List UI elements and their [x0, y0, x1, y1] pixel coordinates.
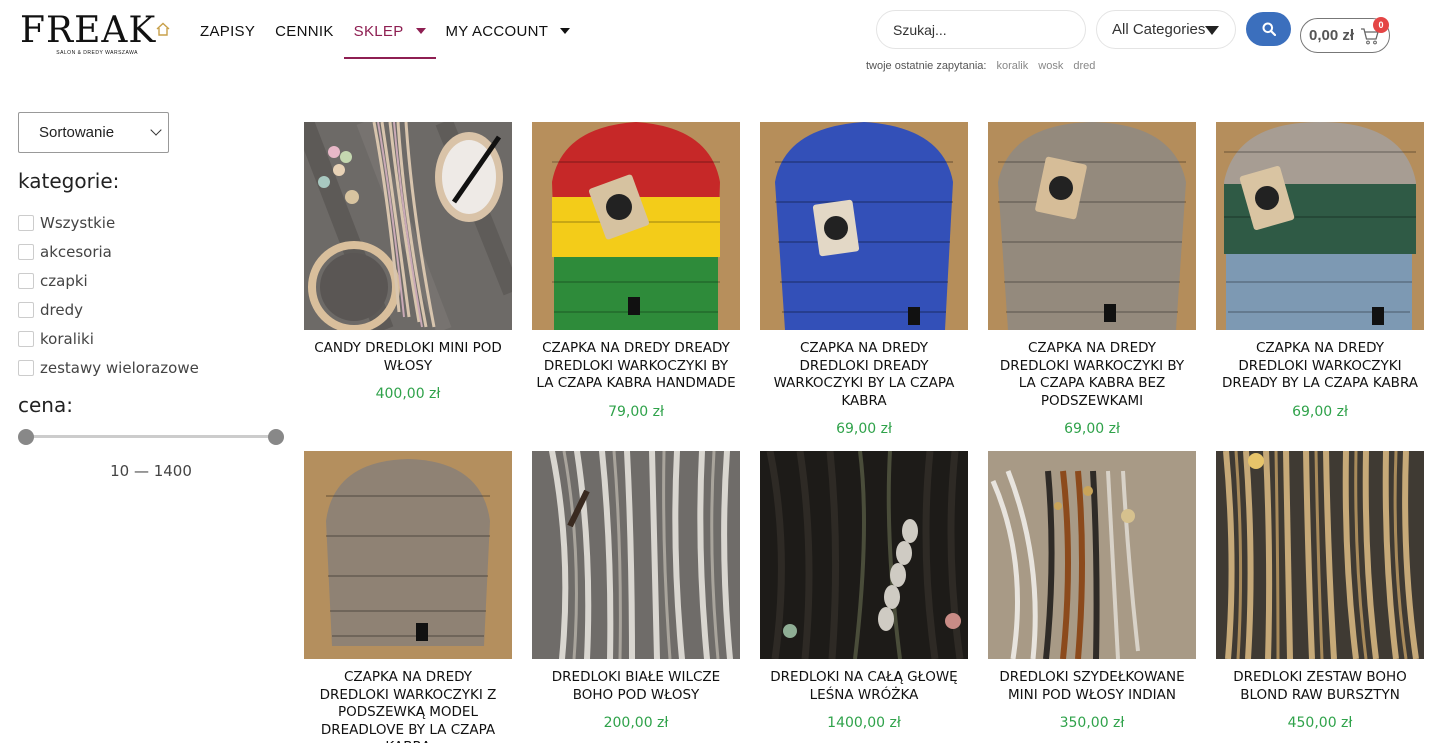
product-image[interactable] — [760, 451, 968, 659]
chevron-down-icon — [1205, 26, 1219, 35]
category-label: czapki — [40, 271, 88, 290]
price-slider-min-handle[interactable] — [18, 429, 34, 445]
category-label: dredy — [40, 300, 83, 319]
search-input[interactable] — [876, 10, 1086, 49]
checkbox[interactable] — [18, 359, 34, 376]
product-card[interactable]: DREDLOKI NA CAŁĄ GŁOWĘ LEŚNA WRÓŻKA 1400… — [760, 451, 968, 743]
sort-select-value: Sortowanie — [39, 124, 115, 141]
product-price: 200,00 zł — [603, 715, 669, 731]
product-image[interactable] — [532, 122, 740, 330]
checkbox[interactable] — [18, 272, 34, 289]
product-title[interactable]: CZAPKA NA DREDY DREDLOKI DREADY WARKOCZY… — [760, 340, 968, 410]
product-image[interactable] — [988, 451, 1196, 659]
category-select[interactable]: All Categories — [1096, 10, 1236, 49]
nav-item-cennik[interactable]: CENNIK — [265, 0, 343, 62]
sort-select[interactable]: Sortowanie — [18, 112, 169, 153]
nav-label: MY ACCOUNT — [445, 22, 549, 40]
product-card[interactable]: DREDLOKI SZYDEŁKOWANE MINI POD WŁOSY IND… — [988, 451, 1196, 743]
category-label: koraliki — [40, 329, 94, 348]
category-label: Wszystkie — [40, 213, 116, 232]
category-filter-item[interactable]: koraliki — [18, 324, 199, 353]
category-filter-item[interactable]: zestawy wielorazowe — [18, 353, 199, 382]
nav-item-my-account[interactable]: MY ACCOUNT — [436, 0, 581, 62]
nav-item-zapisy[interactable]: ZAPISY — [190, 0, 265, 62]
product-image[interactable] — [760, 122, 968, 330]
product-title[interactable]: CZAPKA NA DREDY DREDLOKI WARKOCZYKI DREA… — [1216, 340, 1424, 393]
product-title[interactable]: CZAPKA NA DREDY DREDLOKI WARKOCZYKI BY L… — [988, 340, 1196, 410]
product-card[interactable]: CZAPKA NA DREDY DREDLOKI WARKOCZYKI BY L… — [988, 122, 1196, 451]
product-title[interactable]: DREDLOKI ZESTAW BOHO BLOND RAW BURSZTYN — [1216, 669, 1424, 704]
recent-searches-label: twoje ostatnie zapytania: — [866, 60, 987, 72]
product-card[interactable]: CZAPKA NA DREDY DREDLOKI WARKOCZYKI DREA… — [1216, 122, 1424, 451]
category-filter-item[interactable]: dredy — [18, 295, 199, 324]
checkbox[interactable] — [18, 330, 34, 347]
chevron-down-icon — [560, 28, 571, 34]
product-card[interactable]: CANDY DREDLOKI MINI POD WŁOSY 400,00 zł — [304, 122, 512, 451]
chevron-down-icon — [150, 124, 162, 136]
checkbox[interactable] — [18, 243, 34, 260]
product-card[interactable]: DREDLOKI ZESTAW BOHO BLOND RAW BURSZTYN … — [1216, 451, 1424, 743]
category-select-value: All Categories — [1112, 21, 1206, 38]
product-image[interactable] — [304, 451, 512, 659]
cart-total: 0,00 zł — [1309, 27, 1355, 44]
price-heading: cena: — [18, 393, 73, 417]
product-title[interactable]: CANDY DREDLOKI MINI POD WŁOSY — [304, 340, 512, 375]
product-image[interactable] — [304, 122, 512, 330]
price-slider-track[interactable] — [26, 435, 276, 438]
category-filter-item[interactable]: czapki — [18, 266, 199, 295]
product-image[interactable] — [988, 122, 1196, 330]
product-title[interactable]: CZAPKA NA DREDY DREDLOKI WARKOCZYKI Z PO… — [304, 669, 512, 743]
product-price: 69,00 zł — [1064, 421, 1120, 437]
nav-label: SKLEP — [353, 22, 404, 40]
recent-search-term[interactable]: koralik — [996, 60, 1028, 72]
nav-item-sklep[interactable]: SKLEP — [343, 0, 436, 62]
cart-button[interactable]: 0,00 zł 0 — [1300, 17, 1390, 53]
recent-searches: twoje ostatnie zapytania: koralik wosk d… — [866, 60, 1095, 72]
product-price: 69,00 zł — [1292, 403, 1348, 420]
logo-text: FREAK — [20, 10, 157, 51]
search-button[interactable] — [1246, 12, 1291, 46]
recent-search-term[interactable]: dred — [1073, 60, 1095, 72]
chevron-down-icon — [415, 28, 426, 34]
product-price: 69,00 zł — [836, 421, 892, 437]
product-card[interactable]: CZAPKA NA DREDY DREADY DREDLOKI WARKOCZY… — [532, 122, 740, 451]
site-logo[interactable]: FREAK SALON & DREDY WARSZAWA — [20, 10, 157, 58]
product-title[interactable]: DREDLOKI NA CAŁĄ GŁOWĘ LEŚNA WRÓŻKA — [760, 669, 968, 704]
checkbox[interactable] — [18, 301, 34, 318]
product-image[interactable] — [532, 451, 740, 659]
recent-search-term[interactable]: wosk — [1038, 60, 1063, 72]
product-price: 450,00 zł — [1287, 715, 1353, 731]
category-label: akcesoria — [40, 242, 112, 261]
main-nav: ZAPISY CENNIK SKLEP MY ACCOUNT — [150, 0, 580, 62]
home-icon[interactable] — [150, 22, 176, 40]
category-filter-list: Wszystkie akcesoria czapki dredy koralik… — [18, 208, 199, 382]
price-range-text: 10 — 1400 — [110, 462, 192, 480]
product-grid: CANDY DREDLOKI MINI POD WŁOSY 400,00 zł … — [304, 122, 1424, 743]
product-title[interactable]: CZAPKA NA DREDY DREADY DREDLOKI WARKOCZY… — [532, 340, 740, 393]
nav-label: CENNIK — [275, 22, 334, 40]
product-price: 1400,00 zł — [827, 715, 901, 731]
product-card[interactable]: DREDLOKI BIAŁE WILCZE BOHO POD WŁOSY 200… — [532, 451, 740, 743]
product-card[interactable]: CZAPKA NA DREDY DREDLOKI DREADY WARKOCZY… — [760, 122, 968, 451]
category-label: zestawy wielorazowe — [40, 358, 199, 377]
product-card[interactable]: CZAPKA NA DREDY DREDLOKI WARKOCZYKI Z PO… — [304, 451, 512, 743]
product-title[interactable]: DREDLOKI BIAŁE WILCZE BOHO POD WŁOSY — [532, 669, 740, 704]
cart-count-badge: 0 — [1373, 17, 1389, 33]
categories-heading: kategorie: — [18, 169, 120, 193]
category-filter-item[interactable]: Wszystkie — [18, 208, 199, 237]
product-price: 400,00 zł — [375, 386, 441, 402]
product-price: 79,00 zł — [608, 403, 664, 420]
product-title[interactable]: DREDLOKI SZYDEŁKOWANE MINI POD WŁOSY IND… — [988, 669, 1196, 704]
checkbox[interactable] — [18, 214, 34, 231]
product-price: 350,00 zł — [1059, 715, 1125, 731]
price-slider-max-handle[interactable] — [268, 429, 284, 445]
product-image[interactable] — [1216, 451, 1424, 659]
category-filter-item[interactable]: akcesoria — [18, 237, 199, 266]
search-icon — [1262, 22, 1276, 36]
product-image[interactable] — [1216, 122, 1424, 330]
nav-label: ZAPISY — [200, 22, 256, 40]
